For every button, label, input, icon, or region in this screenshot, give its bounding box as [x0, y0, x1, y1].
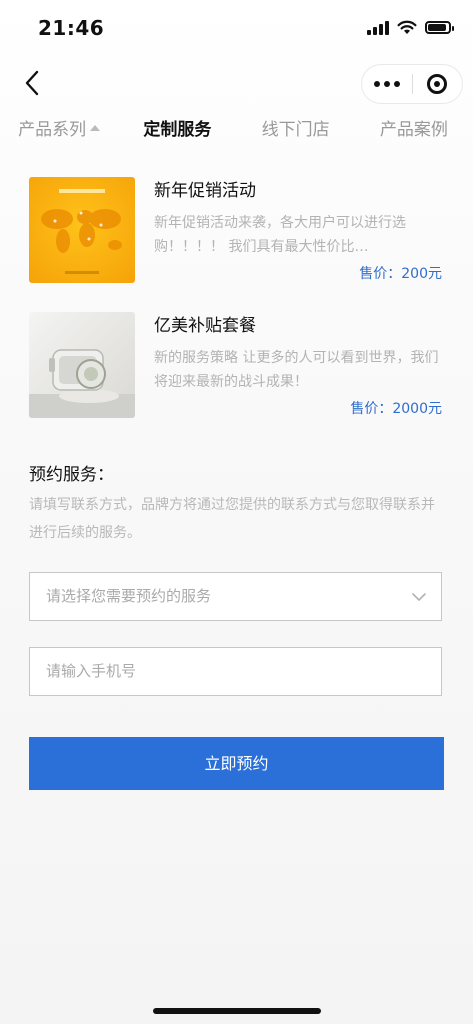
status-icons — [367, 20, 454, 35]
camera-product-image — [29, 312, 135, 418]
product-info: 亿美补贴套餐 新的服务策略 让更多的人可以看到世界，我们将迎来最新的战斗成果！ … — [154, 312, 445, 418]
product-info: 新年促销活动 新年促销活动来袭，各大用户可以进行选购！！！！ 我们具有最大性价比… — [154, 177, 445, 283]
close-mini-program-icon[interactable] — [412, 65, 462, 103]
product-description: 新的服务策略 让更多的人可以看到世界，我们将迎来最新的战斗成果！ — [154, 350, 439, 390]
product-title: 亿美补贴套餐 — [154, 316, 256, 336]
chevron-down-icon — [412, 593, 426, 601]
tab-label: 产品系列 — [18, 120, 87, 140]
signal-icon — [367, 20, 389, 35]
product-price: 售价：200元 — [359, 266, 442, 282]
back-icon[interactable] — [18, 68, 48, 98]
sort-caret-icon — [90, 125, 101, 131]
status-time: 21:46 — [38, 16, 105, 40]
mini-program-capsule — [361, 64, 463, 104]
product-title: 新年促销活动 — [154, 181, 256, 201]
product-price: 售价：2000元 — [350, 401, 442, 417]
home-indicator — [153, 1008, 321, 1014]
booking-title: 预约服务： — [29, 465, 114, 485]
category-tabs: 产品系列 定制服务 线下门店 产品案例 — [0, 112, 473, 148]
tab-product-series[interactable]: 产品系列 — [0, 112, 118, 148]
nav-bar — [0, 58, 473, 110]
product-item[interactable]: 新年促销活动 新年促销活动来袭，各大用户可以进行选购！！！！ 我们具有最大性价比… — [29, 177, 445, 283]
booking-description: 请填写联系方式，品牌方将通过您提供的联系方式与您取得联系并进行后续的服务。 — [29, 497, 435, 541]
service-select[interactable]: 请选择您需要预约的服务 — [29, 572, 442, 621]
battery-icon — [425, 21, 454, 34]
more-icon[interactable] — [362, 65, 412, 103]
wifi-icon — [397, 20, 417, 34]
product-description: 新年促销活动来袭，各大用户可以进行选购！！！！ 我们具有最大性价比… — [154, 215, 406, 255]
tab-product-cases[interactable]: 产品案例 — [355, 112, 473, 148]
tab-label: 定制服务 — [143, 120, 212, 140]
tab-custom-service[interactable]: 定制服务 — [118, 112, 236, 148]
tab-label: 产品案例 — [379, 120, 448, 140]
service-select-placeholder: 请选择您需要预约的服务 — [46, 587, 212, 605]
phone-input-placeholder: 请输入手机号 — [46, 662, 137, 680]
tab-offline-stores[interactable]: 线下门店 — [237, 112, 355, 148]
tab-label: 线下门店 — [261, 120, 330, 140]
world-map-infographic-image — [29, 177, 135, 283]
book-now-button[interactable]: 立即预约 — [29, 737, 444, 790]
phone-input[interactable]: 请输入手机号 — [29, 647, 442, 696]
status-bar: 21:46 — [0, 0, 473, 58]
product-item[interactable]: 亿美补贴套餐 新的服务策略 让更多的人可以看到世界，我们将迎来最新的战斗成果！ … — [29, 312, 445, 418]
